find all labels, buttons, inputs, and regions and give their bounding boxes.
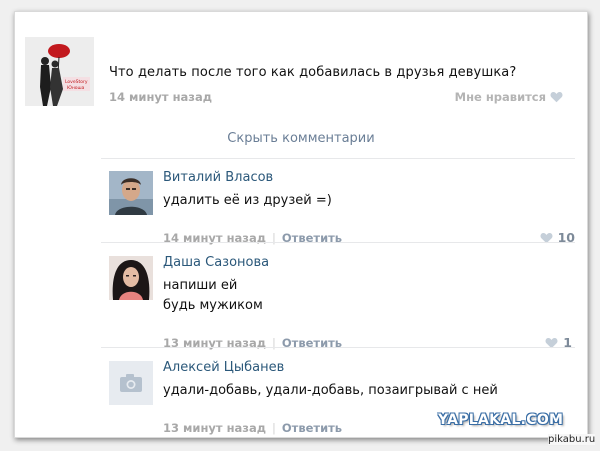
comment-item: Даша Сазонова напиши ей будь мужиком 13 …: [101, 244, 575, 350]
meta-separator: |: [272, 421, 276, 435]
avatar[interactable]: [109, 361, 153, 405]
user-photo: [109, 171, 153, 215]
reply-link[interactable]: Ответить: [282, 421, 342, 435]
comment-text: удали-добавь, удали-добавь, позаигрывай …: [163, 383, 498, 398]
comment-author[interactable]: Алексей Цыбанев: [163, 360, 284, 375]
thumb-caption-line1: LoveStory: [65, 79, 88, 85]
thumb-caption-line2: Юноша: [67, 85, 85, 91]
user-photo: [109, 256, 153, 300]
couple-image: LoveStory Юноша: [25, 37, 94, 106]
comment-text: удалить её из друзей =): [163, 193, 332, 208]
post-like-label: Мне нравится: [454, 90, 546, 104]
hide-comments-link[interactable]: Скрыть комментарии: [15, 131, 587, 146]
comment-author[interactable]: Виталий Власов: [163, 170, 273, 185]
source-watermark: pikabu.ru: [548, 434, 596, 445]
comment-author[interactable]: Даша Сазонова: [163, 255, 269, 270]
divider: [101, 242, 575, 243]
avatar[interactable]: [109, 256, 153, 300]
comment-timestamp[interactable]: 13 минут назад: [163, 421, 266, 435]
camera-icon: [109, 361, 153, 405]
post-thumbnail[interactable]: LoveStory Юноша: [25, 37, 94, 106]
avatar[interactable]: [109, 171, 153, 215]
comment-card: LoveStory Юноша Что делать после того ка…: [14, 11, 588, 438]
comment-text: напиши ей будь мужиком: [163, 278, 263, 313]
divider: [101, 347, 575, 348]
comment-meta: 13 минут назад | Ответить: [163, 421, 342, 435]
watermark: YAPLAKAL.COM: [438, 412, 564, 428]
heart-icon: [550, 91, 563, 103]
post-like-button[interactable]: Мне нравится: [455, 90, 563, 104]
post-timestamp[interactable]: 14 минут назад: [109, 90, 212, 104]
comment-item: Виталий Власов удалить её из друзей =) 1…: [101, 159, 575, 245]
post-text: Что делать после того как добавилась в д…: [109, 65, 517, 80]
